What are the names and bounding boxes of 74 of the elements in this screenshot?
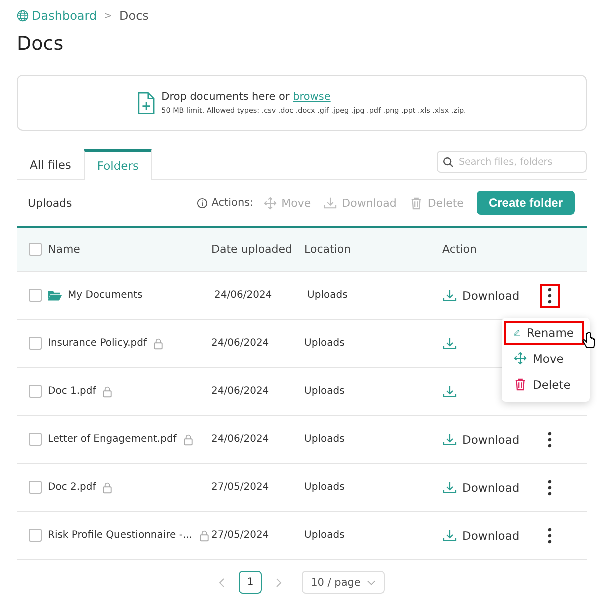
breadcrumb-separator: > — [104, 10, 112, 22]
checkbox[interactable] — [29, 529, 42, 542]
checkbox[interactable] — [29, 243, 42, 256]
info-icon — [196, 198, 208, 208]
column-header: Action — [442, 243, 477, 256]
location-cell: Uploads — [304, 482, 345, 493]
page-title: Docs — [17, 33, 65, 55]
column-header: Location — [304, 243, 352, 256]
kebab-icon — [548, 528, 552, 544]
download-icon — [442, 480, 457, 494]
download-icon — [442, 384, 457, 398]
file-name[interactable]: My Documents — [68, 290, 143, 301]
page-button[interactable]: 1 — [239, 571, 262, 594]
date-cell: 27/05/2024 — [212, 530, 270, 541]
section-label: Uploads — [28, 196, 74, 210]
download-button[interactable]: Download — [462, 528, 520, 542]
tab[interactable]: All files — [17, 149, 84, 179]
location-cell: Uploads — [308, 290, 348, 301]
folder-icon — [48, 290, 62, 301]
date-cell: 27/05/2024 — [212, 482, 270, 493]
date-cell: 24/06/2024 — [214, 290, 272, 301]
date-cell: 24/06/2024 — [212, 434, 270, 445]
checkbox[interactable] — [29, 385, 42, 398]
download-button[interactable]: Download — [462, 432, 520, 446]
location-cell: Uploads — [304, 386, 345, 397]
actions-label: Actions: — [212, 197, 254, 209]
checkbox[interactable] — [29, 337, 42, 350]
download-icon — [442, 528, 457, 542]
column-header: Date uploaded — [212, 243, 293, 256]
move-arrows-icon — [264, 196, 277, 210]
move-arrows-icon — [514, 352, 527, 365]
download-icon — [442, 336, 457, 350]
lock-icon — [152, 338, 164, 350]
trash-icon — [514, 378, 527, 391]
page-size-select[interactable]: 10 / page — [302, 571, 385, 594]
checkbox[interactable] — [29, 289, 42, 302]
download-button[interactable]: Download — [462, 480, 520, 494]
search-field[interactable]: Search files, folders — [437, 151, 587, 173]
download-icon — [442, 288, 457, 302]
location-cell: Uploads — [304, 530, 345, 541]
lock-icon — [102, 482, 114, 494]
checkbox[interactable] — [29, 433, 42, 446]
breadcrumb-current: Docs — [120, 9, 149, 23]
date-cell: 24/06/2024 — [212, 338, 270, 349]
lock-icon — [182, 434, 194, 446]
download-icon — [442, 432, 457, 446]
previous-page-icon[interactable] — [219, 578, 226, 588]
kebab-icon — [548, 432, 552, 448]
file-name[interactable]: Doc 1.pdf — [48, 386, 96, 397]
checkbox[interactable] — [29, 481, 42, 494]
dropzone-text: Drop documents here or browse — [162, 91, 332, 103]
file-plus-icon — [138, 92, 155, 114]
menu-item[interactable]: Rename — [504, 320, 584, 344]
kebab-icon — [548, 480, 552, 496]
chevron-down-icon — [366, 580, 376, 586]
column-header: Name — [48, 243, 80, 256]
file-name[interactable]: Letter of Engagement.pdf — [48, 434, 177, 445]
kebab-icon — [548, 288, 552, 304]
lock-icon — [198, 530, 210, 542]
menu-item[interactable]: Delete — [504, 372, 588, 396]
date-cell: 24/06/2024 — [212, 386, 270, 397]
globe-icon — [17, 10, 29, 22]
location-cell: Uploads — [304, 434, 345, 445]
file-name[interactable]: Insurance Policy.pdf — [48, 338, 147, 349]
location-cell: Uploads — [304, 338, 345, 349]
next-page-icon[interactable] — [276, 578, 282, 588]
file-name[interactable]: Risk Profile Questionnaire -... — [48, 530, 193, 541]
download-icon — [324, 196, 338, 210]
trash-icon — [410, 196, 423, 210]
menu-item[interactable]: Move — [504, 346, 588, 370]
file-name[interactable]: Doc 2.pdf — [48, 482, 96, 493]
download-button[interactable]: Download — [462, 288, 520, 302]
more-options-button[interactable] — [540, 284, 560, 308]
lock-icon — [102, 386, 114, 398]
